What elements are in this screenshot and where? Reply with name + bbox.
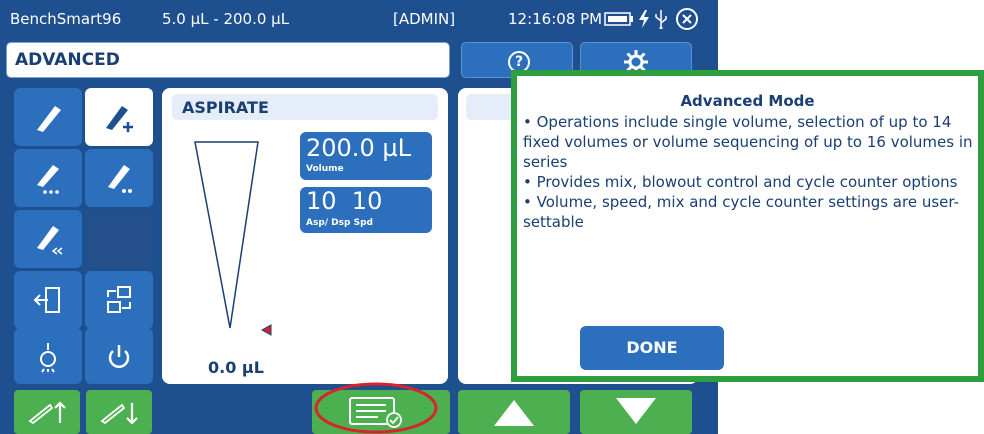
level-marker-icon	[260, 324, 272, 336]
status-bar: BenchSmart96 5.0 µL - 200.0 µL [ADMIN] 1…	[0, 0, 718, 38]
highlight-ellipse	[314, 382, 438, 434]
power-button[interactable]	[85, 328, 153, 384]
exit-icon	[33, 287, 60, 313]
tip-down-button[interactable]	[86, 390, 152, 434]
volume-setting[interactable]: 200.0 µL Volume	[300, 132, 432, 180]
light-button[interactable]	[14, 328, 82, 384]
aspirate-header: ASPIRATE	[172, 94, 438, 120]
done-button[interactable]: DONE	[580, 326, 724, 370]
arrow-up-icon	[494, 400, 534, 426]
pipette-drops-alt-icon	[108, 165, 132, 193]
transfer-icon	[107, 286, 131, 313]
dialog-title: Advanced Mode	[680, 92, 815, 110]
aspirate-title: ASPIRATE	[182, 98, 269, 117]
pipette-drops-alt-button[interactable]	[85, 149, 153, 207]
pipette-rewind-icon	[37, 226, 63, 255]
dialog-item: • Provides mix, blowout control and cycl…	[523, 173, 958, 191]
usb-icon	[655, 10, 667, 29]
tip-up-button[interactable]	[14, 390, 80, 434]
light-bulb-icon	[40, 343, 56, 373]
volume-label: Volume	[306, 164, 344, 174]
pipette-drops-icon	[37, 165, 59, 194]
aspirate-panel: ASPIRATE 0.0 µL 200.0 µL Volume 10 10 As…	[162, 88, 448, 384]
pipette-plus-icon	[106, 106, 133, 132]
dialog-content: Advanced Mode • Operations include singl…	[517, 76, 978, 376]
tip-down-icon	[100, 403, 138, 425]
mode-title-bar: ADVANCED	[6, 42, 450, 78]
lightning-icon	[639, 10, 649, 28]
tip-up-icon	[28, 401, 66, 425]
volume-value: 200.0 µL	[306, 134, 411, 162]
speed-setting[interactable]: 10 10 Asp/ Dsp Spd	[300, 187, 432, 233]
arrow-down-icon	[616, 398, 656, 424]
pipette-button[interactable]	[14, 88, 82, 146]
empty-tile	[85, 210, 153, 268]
volume-range: 5.0 µL - 200.0 µL	[162, 10, 290, 28]
pipette-icon	[37, 106, 61, 132]
power-icon	[108, 345, 130, 368]
advanced-mode-dialog: Advanced Mode • Operations include singl…	[511, 70, 984, 382]
volume-gauge	[194, 141, 259, 329]
close-icon[interactable]	[675, 7, 699, 31]
dialog-item: • Operations include single volume, sele…	[523, 113, 973, 171]
pipette-drops-button[interactable]	[14, 149, 82, 207]
transfer-button[interactable]	[85, 271, 153, 329]
scroll-up-button[interactable]	[458, 390, 570, 434]
speed-value: 10 10	[306, 187, 383, 215]
speed-label: Asp/ Dsp Spd	[306, 218, 373, 228]
battery-icon	[604, 12, 633, 26]
user-role: [ADMIN]	[393, 10, 456, 28]
pipette-plus-button[interactable]	[85, 88, 153, 146]
clock: 12:16:08 PM	[508, 10, 603, 28]
mode-title: ADVANCED	[15, 50, 120, 70]
current-volume: 0.0 µL	[208, 358, 264, 377]
device-name: BenchSmart96	[10, 10, 122, 28]
exit-button[interactable]	[14, 271, 82, 329]
dialog-item: • Volume, speed, mix and cycle counter s…	[523, 193, 960, 231]
scroll-down-button[interactable]	[580, 390, 692, 434]
dialog-body: • Operations include single volume, sele…	[523, 112, 975, 232]
pipette-rewind-button[interactable]	[14, 210, 82, 268]
